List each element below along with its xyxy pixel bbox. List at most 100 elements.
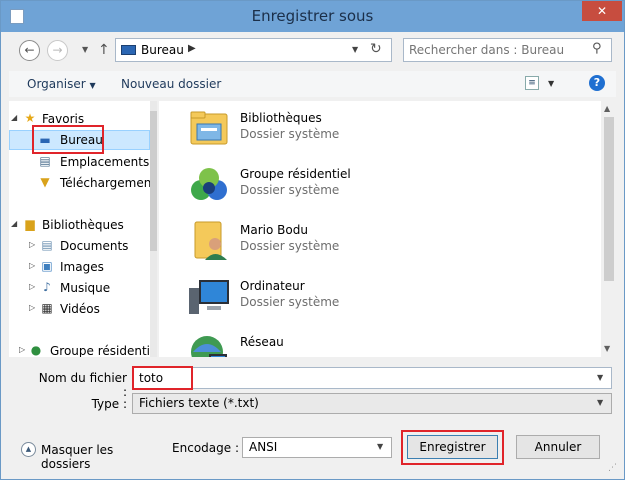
back-arrow-icon: ←: [24, 43, 35, 57]
nav-item-music[interactable]: ▷ ♪ Musique: [9, 278, 150, 298]
back-button[interactable]: ←: [19, 40, 40, 61]
nav-scrollbar[interactable]: [150, 101, 157, 357]
file-list-scrollbar-thumb[interactable]: [604, 117, 614, 281]
libraries-icon: ▆: [25, 217, 35, 231]
file-type: Dossier système: [240, 127, 340, 141]
save-button[interactable]: Enregistrer: [407, 435, 498, 459]
file-item-network[interactable]: Réseau: [184, 329, 584, 357]
help-icon[interactable]: ?: [589, 75, 605, 91]
forward-button[interactable]: →: [47, 40, 68, 61]
desktop-icon: ▬: [39, 133, 51, 147]
refresh-icon[interactable]: ↻: [370, 41, 382, 57]
address-dropdown-icon[interactable]: ▼: [352, 45, 358, 54]
change-view-icon[interactable]: ≡: [525, 76, 539, 90]
file-item-user-folder[interactable]: Mario Bodu Dossier système: [184, 217, 584, 267]
nav-label: Groupe résidentiel: [50, 344, 157, 357]
nav-item-pictures[interactable]: ▷ ▣ Images: [9, 257, 150, 277]
filename-label: Nom du fichier :: [38, 371, 127, 399]
address-bar[interactable]: Bureau ▶ ▼ ↻: [115, 38, 392, 62]
nav-label: Bureau: [60, 133, 103, 147]
file-name: Ordinateur: [240, 279, 305, 293]
expander-closed-icon[interactable]: ▷: [29, 240, 35, 249]
file-type: Dossier système: [240, 239, 340, 253]
homegroup-icon: ●: [30, 343, 42, 357]
network-icon: [191, 336, 227, 357]
search-input[interactable]: [409, 42, 589, 58]
search-icon[interactable]: ⚲: [592, 41, 602, 56]
navigation-pane: ◢ ★ Favoris ▬ Bureau ▤ Emplacements ré ▼…: [9, 101, 157, 357]
chevron-down-icon[interactable]: ▼: [597, 398, 603, 407]
expander-closed-icon[interactable]: ▷: [19, 345, 25, 354]
hide-folders-button[interactable]: ▲ Masquer les dossiers: [21, 441, 161, 471]
file-list: Bibliothèques Dossier système Groupe rés…: [159, 101, 617, 357]
file-item-computer[interactable]: Ordinateur Dossier système: [184, 273, 584, 323]
nav-label: Documents: [60, 239, 129, 253]
file-name: Réseau: [240, 335, 284, 349]
file-list-scrollbar[interactable]: ▲ ▼: [601, 101, 617, 357]
nav-item-downloads[interactable]: ▼ Téléchargements: [9, 173, 157, 193]
expander-open-icon[interactable]: ◢: [11, 219, 17, 228]
title-bar[interactable]: Enregistrer sous ✕: [1, 1, 624, 32]
cancel-button[interactable]: Annuler: [516, 435, 600, 459]
organise-menu[interactable]: Organiser ▼: [27, 77, 96, 91]
filetype-select[interactable]: Fichiers texte (*.txt) ▼: [132, 393, 612, 414]
filename-input[interactable]: [139, 370, 579, 386]
expander-open-icon[interactable]: ◢: [11, 113, 17, 122]
music-icon: ♪: [43, 280, 51, 294]
view-dropdown-icon[interactable]: ▼: [548, 79, 554, 88]
pictures-icon: ▣: [41, 259, 53, 273]
nav-label: Images: [60, 260, 104, 274]
up-arrow-icon[interactable]: ↑: [98, 42, 110, 58]
encoding-select[interactable]: ANSI ▼: [242, 437, 392, 458]
nav-item-homegroup[interactable]: ▷ ● Groupe résidentiel: [9, 341, 157, 358]
encoding-value: ANSI: [249, 440, 278, 454]
libraries-icon: [190, 111, 228, 145]
nav-item-libraries[interactable]: ◢ ▆ Bibliothèques: [9, 215, 150, 235]
filename-dropdown-icon[interactable]: ▼: [597, 373, 603, 382]
expander-closed-icon[interactable]: ▷: [29, 282, 35, 291]
scroll-down-icon[interactable]: ▼: [604, 344, 610, 353]
history-dropdown-icon[interactable]: ▼: [82, 45, 88, 54]
nav-item-desktop[interactable]: ▬ Bureau: [9, 130, 150, 150]
resize-grip-icon[interactable]: ⋰: [608, 463, 617, 473]
documents-icon: ▤: [41, 238, 53, 252]
forward-arrow-icon: →: [52, 43, 63, 57]
homegroup-icon: [191, 168, 227, 200]
chevron-down-icon: ▼: [89, 81, 96, 90]
expander-closed-icon[interactable]: ▷: [29, 303, 35, 312]
file-item-homegroup[interactable]: Groupe résidentiel Dossier système: [184, 161, 584, 211]
window-title: Enregistrer sous: [251, 7, 374, 25]
new-folder-button[interactable]: Nouveau dossier: [121, 77, 221, 91]
search-box[interactable]: ⚲: [403, 38, 612, 62]
computer-icon: [189, 280, 229, 314]
address-location[interactable]: Bureau: [141, 43, 184, 57]
user-folder-icon: [194, 221, 227, 260]
nav-scrollbar-thumb[interactable]: [150, 111, 157, 251]
hide-folders-label: Masquer les dossiers: [41, 443, 114, 471]
recent-places-icon: ▤: [39, 154, 51, 168]
close-button[interactable]: ✕: [582, 1, 622, 21]
file-item-libraries[interactable]: Bibliothèques Dossier système: [184, 105, 584, 155]
file-name: Groupe résidentiel: [240, 167, 351, 181]
nav-label: Musique: [60, 281, 111, 295]
file-type: Dossier système: [240, 295, 340, 309]
filename-field[interactable]: ▼: [132, 367, 612, 389]
filetype-value: Fichiers texte (*.txt): [139, 396, 259, 410]
expander-closed-icon[interactable]: ▷: [29, 261, 35, 270]
star-icon: ★: [24, 111, 36, 125]
chevron-down-icon[interactable]: ▼: [377, 442, 383, 451]
nav-label: Téléchargements: [60, 176, 157, 190]
downloads-folder-icon: ▼: [40, 175, 50, 189]
nav-item-documents[interactable]: ▷ ▤ Documents: [9, 236, 150, 256]
encoding-label: Encodage :: [172, 441, 239, 455]
chevron-right-icon[interactable]: ▶: [188, 43, 196, 54]
command-toolbar: Organiser ▼ Nouveau dossier ≡ ▼ ?: [9, 71, 616, 97]
scroll-up-icon[interactable]: ▲: [604, 104, 610, 113]
organise-label: Organiser: [27, 77, 86, 91]
nav-item-recent-places[interactable]: ▤ Emplacements ré: [9, 152, 157, 172]
collapse-up-icon: ▲: [21, 442, 36, 457]
desktop-icon: [121, 45, 136, 55]
nav-item-favorites[interactable]: ◢ ★ Favoris: [9, 109, 150, 129]
file-name: Bibliothèques: [240, 111, 322, 125]
nav-item-videos[interactable]: ▷ ▦ Vidéos: [9, 299, 150, 319]
